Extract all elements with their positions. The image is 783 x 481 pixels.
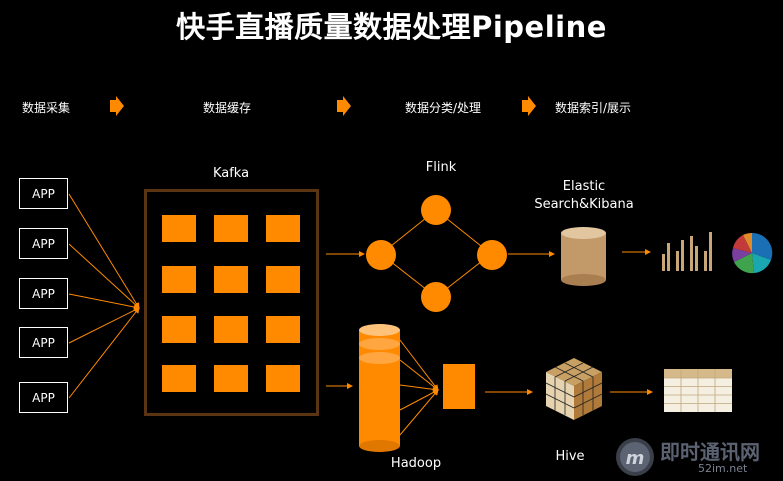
kafka-partition [214,365,248,392]
kafka-partition [266,215,300,242]
kafka-label: Kafka [212,166,250,181]
kafka-broker-box [144,189,319,416]
kafka-partition [162,365,196,392]
hive-cube-icon [545,358,603,420]
hadoop-label: Hadoop [390,456,442,471]
kafka-partition [162,215,196,242]
hadoop-output-box [443,364,475,409]
watermark-name: 即时通讯网 [660,440,760,464]
watermark: m 即时通讯网 52im.net [614,436,776,480]
kafka-partition [266,316,300,343]
flink-node [421,282,451,312]
hive-label: Hive [555,449,585,464]
kafka-partition [214,316,248,343]
watermark-logo-icon: m [616,438,654,476]
flink-node [421,195,451,225]
flink-label: Flink [425,160,457,175]
elastic-label-line2: Search&Kibana [534,197,634,212]
kafka-partition [162,316,196,343]
kafka-partition [266,266,300,293]
kafka-partition [266,365,300,392]
hadoop-storage-icon [359,324,400,452]
kafka-partition [214,266,248,293]
kafka-partition [214,215,248,242]
pie-chart-icon [732,232,773,274]
flink-node [477,240,507,270]
kafka-partition [162,266,196,293]
svg-text:m: m [626,448,645,469]
flink-nodes [366,195,507,312]
elastic-label-line1: Elastic [562,179,606,194]
table-icon [664,369,732,412]
pipeline-diagram [68,193,773,452]
elastic-database-icon [561,227,606,286]
watermark-url: 52im.net [698,462,748,475]
flink-node [366,240,396,270]
bar-chart-icon [662,232,712,271]
